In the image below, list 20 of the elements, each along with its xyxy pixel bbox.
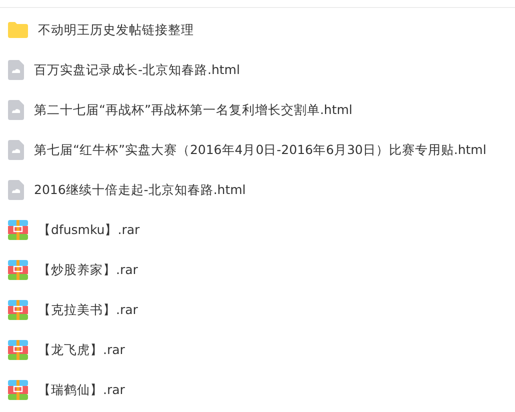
- document-icon: [8, 60, 24, 80]
- file-name[interactable]: 百万实盘记录成长-北京知春路.html: [34, 62, 240, 78]
- folder-icon: [8, 22, 28, 38]
- archive-icon: [8, 300, 28, 320]
- archive-icon: [8, 380, 28, 400]
- file-name[interactable]: 第二十七届“再战杯”再战杯第一名复利增长交割单.html: [34, 102, 352, 118]
- file-name[interactable]: 【瑞鹤仙】.rar: [38, 382, 125, 398]
- archive-icon: [8, 340, 28, 360]
- document-icon: [8, 180, 24, 200]
- file-name[interactable]: 2016继续十倍走起-北京知春路.html: [34, 182, 246, 198]
- file-name[interactable]: 【克拉美书】.rar: [38, 302, 138, 318]
- archive-icon: [8, 220, 28, 240]
- file-name[interactable]: 【炒股养家】.rar: [38, 262, 138, 278]
- archive-icon: [8, 260, 28, 280]
- document-icon: [8, 140, 24, 160]
- file-name[interactable]: 第七届“红牛杯”实盘大赛（2016年4月0日-2016年6月30日）比赛专用贴.html: [34, 142, 486, 158]
- file-name[interactable]: 【dfusmku】.rar: [38, 222, 140, 238]
- document-icon: [8, 100, 24, 120]
- file-name[interactable]: 不动明王历史发帖链接整理: [38, 22, 194, 38]
- file-name[interactable]: 【龙飞虎】.rar: [38, 342, 125, 358]
